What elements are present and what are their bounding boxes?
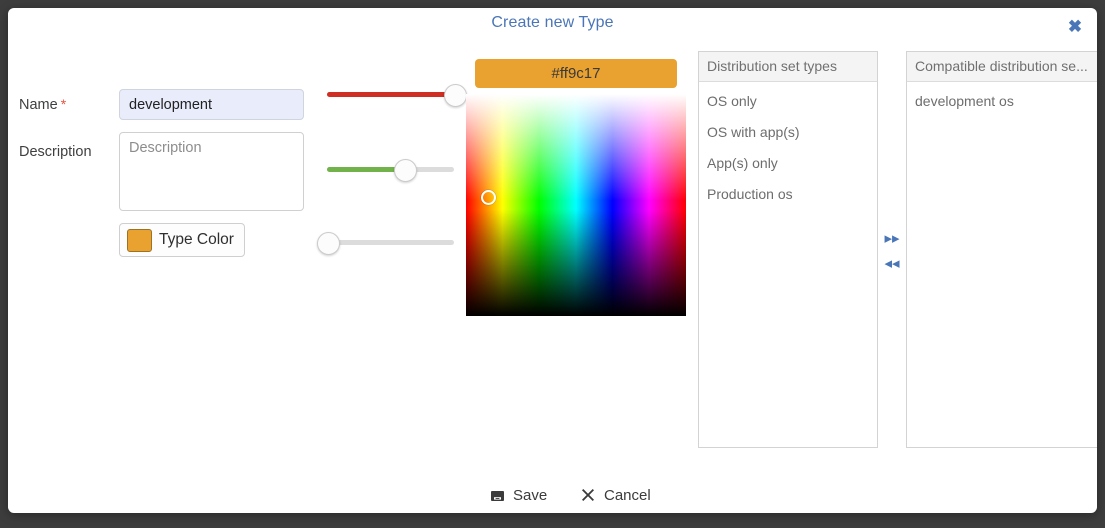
required-asterisk: * bbox=[60, 96, 67, 112]
slider-track bbox=[327, 240, 454, 245]
name-label: Name * bbox=[19, 96, 66, 113]
available-panel-header: Distribution set types bbox=[699, 52, 877, 82]
type-color-button[interactable]: Type Color bbox=[119, 223, 245, 257]
close-icon[interactable]: ✖ bbox=[1062, 14, 1088, 40]
list-item[interactable]: Production os bbox=[699, 179, 877, 210]
move-right-icon[interactable]: ▸▸ bbox=[881, 229, 903, 249]
hex-value-box[interactable]: #ff9c17 bbox=[475, 59, 677, 88]
selected-panel-header: Compatible distribution se... bbox=[907, 52, 1097, 82]
cancel-button[interactable]: Cancel bbox=[580, 482, 651, 508]
save-button[interactable]: Save bbox=[489, 482, 547, 508]
slider-knob[interactable] bbox=[444, 84, 467, 107]
name-input[interactable] bbox=[119, 89, 304, 120]
list-item[interactable]: development os bbox=[907, 86, 1097, 117]
description-label: Description bbox=[19, 144, 92, 160]
available-panel-list: OS only OS with app(s) App(s) only Produ… bbox=[699, 82, 877, 210]
green-channel-slider[interactable] bbox=[327, 159, 454, 182]
slider-knob[interactable] bbox=[317, 232, 340, 255]
slider-fill bbox=[327, 167, 405, 172]
slider-knob[interactable] bbox=[394, 159, 418, 182]
dialog-title: Create new Type bbox=[491, 14, 614, 31]
save-disk-icon bbox=[489, 487, 505, 503]
blue-channel-slider[interactable] bbox=[317, 232, 454, 255]
type-color-swatch bbox=[127, 228, 152, 252]
name-label-text: Name bbox=[19, 97, 58, 113]
move-left-icon[interactable]: ◂◂ bbox=[881, 254, 903, 274]
red-channel-slider[interactable] bbox=[327, 84, 467, 107]
cancel-x-icon bbox=[580, 487, 596, 503]
description-input[interactable] bbox=[119, 132, 304, 211]
slider-fill bbox=[327, 92, 454, 97]
compatible-distribution-sets-panel: Compatible distribution se... developmen… bbox=[906, 51, 1097, 448]
selected-panel-list: development os bbox=[907, 82, 1097, 117]
available-distribution-set-types-panel: Distribution set types OS only OS with a… bbox=[698, 51, 878, 448]
hex-value-text: #ff9c17 bbox=[551, 65, 601, 82]
list-item[interactable]: OS only bbox=[699, 86, 877, 117]
color-gradient-map[interactable] bbox=[466, 94, 686, 316]
save-button-label: Save bbox=[513, 486, 548, 504]
list-item[interactable]: App(s) only bbox=[699, 148, 877, 179]
type-color-label: Type Color bbox=[159, 231, 234, 248]
list-item[interactable]: OS with app(s) bbox=[699, 117, 877, 148]
create-type-dialog: Create new Type ✖ Name* Description Type… bbox=[8, 8, 1097, 513]
cancel-button-label: Cancel bbox=[604, 486, 651, 504]
